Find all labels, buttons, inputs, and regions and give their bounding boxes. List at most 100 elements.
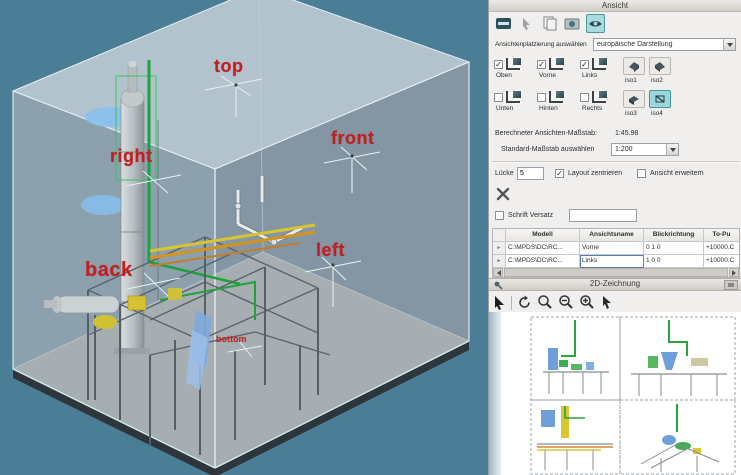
cell-name[interactable]: Vorne [580, 242, 644, 255]
view-thumb-icon [548, 57, 565, 71]
col-modell[interactable]: Modell [506, 229, 580, 242]
cell-direction[interactable]: 0 1 0 [644, 242, 704, 255]
offset-input[interactable] [569, 209, 637, 222]
view-label-bottom: bottom [216, 334, 247, 344]
oben-checkbox[interactable]: ✓ [494, 60, 503, 69]
extend-view-label: Ansicht erweitern [650, 170, 704, 177]
panel-title: Ansicht [489, 0, 741, 12]
iso2-button[interactable] [649, 57, 671, 75]
view-label-left: left [316, 240, 345, 261]
table-header-row: Modell Ansichtsname Blickrichtung To-Pu [493, 229, 739, 242]
col-topoint[interactable]: To-Pu [704, 229, 739, 242]
eye-view-icon[interactable] [586, 14, 605, 33]
links-checkbox[interactable]: ✓ [580, 60, 589, 69]
iso3-label: iso3 [625, 110, 637, 117]
col-blickrichtung[interactable]: Blickrichtung [644, 229, 704, 242]
cell-model[interactable]: C:\MPDS\DC\RC... [506, 242, 580, 255]
gap-input[interactable] [517, 167, 544, 180]
view-option-label: Rechts [582, 105, 622, 112]
cell-name[interactable]: Links [580, 255, 644, 268]
iso1-button[interactable] [623, 57, 645, 75]
select-arrow-icon[interactable] [493, 295, 506, 312]
cell-direction[interactable]: 1 0 0 [644, 255, 704, 268]
view-option-oben[interactable]: ✓ Oben [494, 57, 536, 79]
col-ansichtsname[interactable]: Ansichtsname [580, 229, 644, 242]
view-option-unten[interactable]: Unten [494, 90, 536, 112]
layout-center-checkbox[interactable]: ✓ [555, 169, 564, 178]
hinten-checkbox[interactable] [537, 93, 546, 102]
view-option-label: Unten [496, 105, 536, 112]
camera-box-icon[interactable] [563, 14, 582, 33]
rechts-checkbox[interactable] [580, 93, 589, 102]
panel-toolbar [494, 14, 605, 33]
separator [492, 161, 739, 163]
computed-scale-label: Berechneter Ansichten-Maßstab: [495, 130, 597, 137]
unten-checkbox[interactable] [494, 93, 503, 102]
view-option-hinten[interactable]: Hinten [537, 90, 579, 112]
delete-view-button[interactable] [495, 186, 511, 204]
table-hscrollbar[interactable] [493, 268, 739, 277]
view-thumb-icon [505, 57, 522, 71]
drawing-left-strip [489, 312, 501, 475]
view-thumb-icon [591, 57, 608, 71]
row-marker[interactable]: ► [493, 255, 506, 268]
table-row[interactable]: ► C:\MPDS\DC\RC... Links 1 0 0 +10000.C [493, 255, 739, 268]
view-option-label: Links [582, 72, 622, 79]
pick-arrow-icon[interactable] [600, 295, 613, 312]
placement-value: europäische Darstellung [594, 41, 723, 48]
view-thumb-icon [548, 90, 565, 104]
sheets-icon[interactable] [540, 14, 559, 33]
placement-dropdown[interactable]: europäische Darstellung [593, 38, 736, 51]
screen-view-icon[interactable] [494, 14, 513, 33]
zoom-out-icon[interactable] [558, 294, 574, 312]
3d-viewport[interactable]: top front right left back bottom [0, 0, 488, 475]
extend-view-checkbox[interactable] [637, 169, 646, 178]
view-label-front: front [331, 128, 374, 149]
scroll-right-icon[interactable] [729, 268, 739, 277]
vorne-checkbox[interactable]: ✓ [537, 60, 546, 69]
gap-label: Lücke [495, 170, 514, 177]
scroll-left-icon[interactable] [493, 268, 503, 277]
panel-options-button[interactable] [724, 280, 738, 290]
computed-scale-value: 1:45.98 [615, 130, 638, 137]
cad-application-window: top front right left back bottom Ansicht [0, 0, 741, 475]
toolbar-separator [511, 296, 512, 310]
rotate-refresh-icon[interactable] [517, 295, 532, 312]
layout-center-label: Layout zentrieren [568, 170, 622, 177]
views-table: Modell Ansichtsname Blickrichtung To-Pu … [492, 228, 740, 278]
standard-scale-dropdown[interactable]: 1:200 [611, 143, 679, 156]
view-thumb-icon [591, 90, 608, 104]
chevron-down-icon[interactable] [723, 39, 735, 50]
zoom-in-icon[interactable] [579, 294, 595, 312]
standard-scale-label: Standard-Maßstab auswählen [501, 146, 594, 153]
view-option-links[interactable]: ✓ Links [580, 57, 622, 79]
pointer-tool-icon[interactable] [517, 14, 536, 33]
iso2-label: iso2 [651, 77, 663, 84]
view-option-label: Hinten [539, 105, 579, 112]
view-thumb-icon [505, 90, 522, 104]
standard-scale-value: 1:200 [612, 146, 666, 153]
cell-model[interactable]: C:\MPDS\DC\RC... [506, 255, 580, 268]
view-label-back: back [85, 259, 133, 282]
2d-drawing-preview[interactable] [501, 312, 741, 475]
row-marker[interactable]: ► [493, 242, 506, 255]
view-option-vorne[interactable]: ✓ Vorne [537, 57, 579, 79]
cell-topoint[interactable]: +10000.C [704, 242, 739, 255]
offset-checkbox[interactable] [495, 211, 504, 220]
cell-topoint[interactable]: +10000.C [704, 255, 739, 268]
table-row[interactable]: ► C:\MPDS\DC\RC... Vorne 0 1 0 +10000.C [493, 242, 739, 255]
2d-drawing-toolbar [493, 294, 613, 312]
view-option-rechts[interactable]: Rechts [580, 90, 622, 112]
ansicht-panel: Ansicht Ansichtenplatzierung auswählen e… [488, 0, 741, 475]
3d-scene-canvas[interactable] [0, 0, 488, 475]
iso4-button[interactable] [649, 90, 671, 108]
iso1-label: iso1 [625, 77, 637, 84]
chevron-down-icon[interactable] [666, 144, 678, 155]
iso3-button[interactable] [623, 90, 645, 108]
view-label-right: right [110, 146, 153, 167]
scroll-thumb[interactable] [504, 268, 728, 277]
zoom-window-icon[interactable] [537, 294, 553, 312]
2d-drawing-panel-title: 2D-Zeichnung [489, 279, 741, 288]
offset-label: Schrift Versatz [508, 212, 553, 219]
placement-label: Ansichtenplatzierung auswählen [495, 41, 587, 48]
